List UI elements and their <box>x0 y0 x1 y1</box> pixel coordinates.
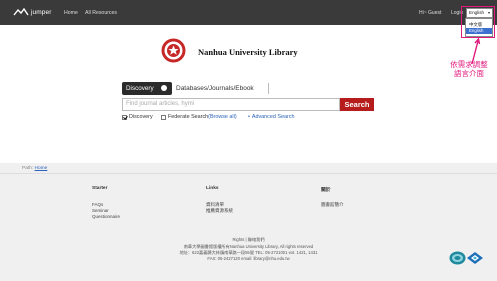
library-name: Nanhua University Library <box>198 47 298 57</box>
breadcrumb-label: Path: <box>22 166 34 171</box>
advanced-search-bullet: • <box>248 114 250 120</box>
option-advanced-search[interactable]: • Advanced Search <box>248 114 294 120</box>
federate-search-checkbox[interactable] <box>161 114 166 120</box>
user-greeting: Hi~ Guest <box>419 10 442 16</box>
footer <box>0 163 497 281</box>
footer-heading-about: 關於 <box>321 188 331 193</box>
annotation-text: 依需求調整 語言介面 <box>444 60 494 78</box>
tab-databases-journals-ebook[interactable]: Databases/Journals/Ebook <box>176 85 254 92</box>
footer-link-faqs[interactable]: FAQs <box>92 202 103 207</box>
brand-name: jumper <box>31 9 52 16</box>
footer-link-seminar[interactable]: Seminar <box>92 208 109 213</box>
discovery-checkbox-label: Discovery <box>129 114 153 120</box>
tab-discovery[interactable]: Discovery <box>122 82 172 95</box>
footer-fax-email: FAX: 05-2427120 email: library@nhu.edu.t… <box>207 256 290 261</box>
search-button[interactable]: Search <box>340 98 374 111</box>
nanhua-university-seal-icon <box>161 38 186 63</box>
tab-divider <box>268 83 269 94</box>
advanced-search-link[interactable]: Advanced Search <box>252 114 295 120</box>
footer-rights-links[interactable]: Rights | 聯絡我們 <box>140 237 357 243</box>
jumper-logo-icon <box>13 8 29 16</box>
breadcrumb: Path: Home <box>22 166 47 171</box>
breadcrumb-home-link[interactable]: Home <box>35 166 48 171</box>
jumper-logo[interactable]: jumper <box>13 7 51 18</box>
nav-home[interactable]: Home <box>64 10 78 16</box>
federate-search-label: Federate Search <box>168 114 209 120</box>
page: jumper Home All Resources Hi~ Guest Logi… <box>0 0 497 281</box>
annotation-line-1: 依需求調整 <box>450 60 488 69</box>
browse-all-link[interactable]: (Browse all) <box>208 114 236 120</box>
tab-discovery-label: Discovery <box>126 85 154 92</box>
accessibility-badge-icon[interactable] <box>449 251 466 265</box>
annotation-line-2: 語言介面 <box>454 69 484 78</box>
option-federate-search[interactable]: Federate Search (Browse all) <box>161 114 237 120</box>
annotation-highlight-box <box>461 6 495 38</box>
discovery-checkbox[interactable] <box>122 114 127 120</box>
footer-link-questionnaire[interactable]: Questionnaire <box>92 214 120 219</box>
tab-indicator-icon <box>161 85 167 91</box>
option-discovery[interactable]: Discovery <box>122 114 153 120</box>
breadcrumb-bar <box>0 163 497 174</box>
footer-heading-links: Links <box>206 186 219 191</box>
footer-link-library-intro[interactable]: 圖書館簡介 <box>321 202 344 208</box>
search-input[interactable]: Find journal articles, hymi <box>122 98 340 111</box>
footer-link-recommend-system[interactable]: 推薦資源系統 <box>206 208 233 214</box>
partner-badge-icon[interactable] <box>466 251 484 265</box>
footer-heading-starter: Starter <box>92 186 108 191</box>
nav-all-resources[interactable]: All Resources <box>85 10 117 16</box>
